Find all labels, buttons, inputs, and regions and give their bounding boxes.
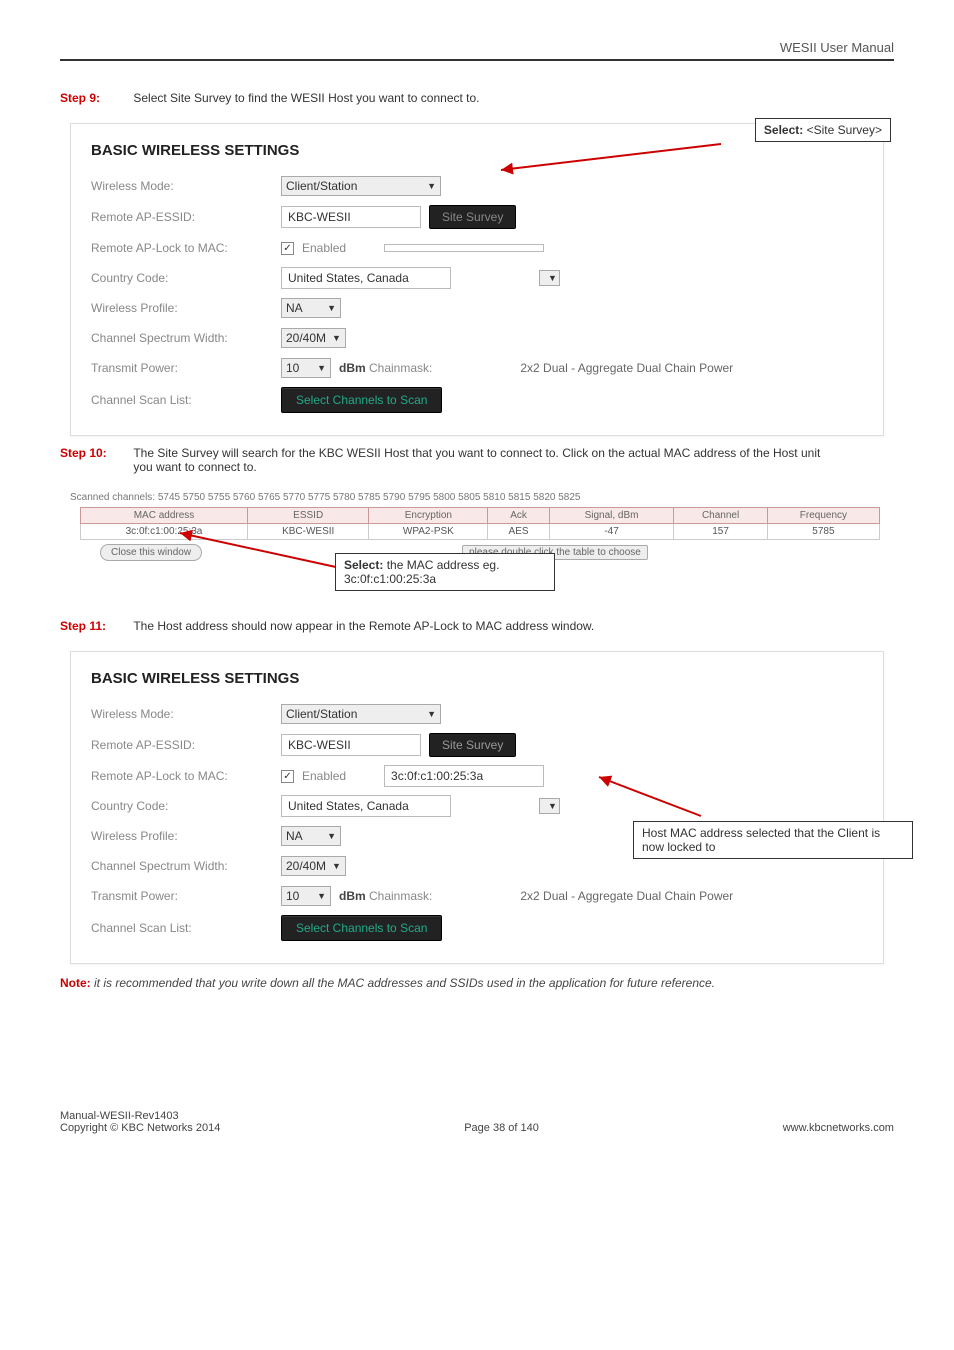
mac-callout-area: Select: the MAC address eg. 3c:0f:c1:00:… [80, 559, 880, 609]
wireless-mode-select[interactable]: Client/Station▼ [281, 704, 441, 724]
chain-info: 2x2 Dual - Aggregate Dual Chain Power [520, 361, 733, 375]
row-wireless-mode: Wireless Mode: Client/Station▼ [91, 699, 863, 729]
aplock-mac-input[interactable] [384, 244, 544, 252]
step-11: Step 11: The Host address should now app… [60, 619, 894, 633]
chevron-down-icon: ▼ [427, 709, 436, 719]
chevron-down-icon: ▼ [548, 801, 557, 811]
step-9-text: Select Site Survey to find the WESII Hos… [133, 91, 833, 105]
chevron-down-icon: ▼ [332, 333, 341, 343]
col-encrypt: Encryption [369, 508, 488, 524]
basic-wireless-panel-1: Select: <Site Survey> BASIC WIRELESS SET… [70, 123, 884, 436]
chevron-down-icon: ▼ [427, 181, 436, 191]
basic-wireless-panel-2: BASIC WIRELESS SETTINGS Wireless Mode: C… [70, 651, 884, 964]
row-profile: Wireless Profile: NA▼ [91, 293, 863, 323]
country-select-aux[interactable]: ▼ [539, 270, 560, 286]
page-header: WESII User Manual [60, 40, 894, 61]
profile-select[interactable]: NA▼ [281, 826, 341, 846]
step-10-label: Step 10: [60, 446, 130, 460]
chevron-down-icon: ▼ [327, 303, 336, 313]
host-mac-callout: Host MAC address selected that the Clien… [633, 821, 913, 859]
chevron-down-icon: ▼ [317, 891, 326, 901]
txpower-select[interactable]: 10▼ [281, 358, 331, 378]
row-remote-essid: Remote AP-ESSID: KBC-WESII Site Survey [91, 729, 863, 761]
footer-manual-rev: Manual-WESII-Rev1403 [60, 1110, 220, 1122]
panel-title: BASIC WIRELESS SETTINGS [91, 142, 863, 159]
txpower-select[interactable]: 10▼ [281, 886, 331, 906]
step-10-text: The Site Survey will search for the KBC … [133, 446, 833, 474]
footer-url: www.kbcnetworks.com [783, 1122, 894, 1134]
row-aplock: Remote AP-Lock to MAC: ✓ Enabled [91, 233, 863, 263]
row-country: Country Code: United States, Canada ▼ [91, 263, 863, 293]
row-country: Country Code: United States, Canada ▼ [91, 791, 863, 821]
site-survey-button[interactable]: Site Survey [429, 205, 516, 229]
note: Note: it is recommended that you write d… [60, 976, 894, 990]
row-remote-essid: Remote AP-ESSID: KBC-WESII Site Survey [91, 201, 863, 233]
chevron-down-icon: ▼ [332, 861, 341, 871]
page-footer: Manual-WESII-Rev1403 Copyright © KBC Net… [60, 1110, 894, 1134]
chevron-down-icon: ▼ [317, 363, 326, 373]
mac-callout: Select: the MAC address eg. 3c:0f:c1:00:… [335, 553, 555, 591]
site-survey-button[interactable]: Site Survey [429, 733, 516, 757]
col-freq: Frequency [767, 508, 879, 524]
manual-title: WESII User Manual [60, 40, 894, 55]
chevron-down-icon: ▼ [327, 831, 336, 841]
col-essid: ESSID [247, 508, 368, 524]
aplock-checkbox[interactable]: ✓ [281, 242, 294, 255]
panel-title: BASIC WIRELESS SETTINGS [91, 670, 863, 687]
step-9-label: Step 9: [60, 91, 130, 105]
chain-info: 2x2 Dual - Aggregate Dual Chain Power [520, 889, 733, 903]
row-wireless-mode: Wireless Mode: Client/Station▼ [91, 171, 863, 201]
step-10: Step 10: The Site Survey will search for… [60, 446, 894, 474]
row-spectrum: Channel Spectrum Width: 20/40M▼ [91, 323, 863, 353]
footer-copyright: Copyright © KBC Networks 2014 [60, 1122, 220, 1134]
step-11-text: The Host address should now appear in th… [133, 619, 833, 633]
profile-select[interactable]: NA▼ [281, 298, 341, 318]
step-9: Step 9: Select Site Survey to find the W… [60, 91, 894, 105]
scanned-channels: Scanned channels: 5745 5750 5755 5760 57… [70, 492, 884, 503]
wireless-mode-select[interactable]: Client/Station▼ [281, 176, 441, 196]
country-input[interactable]: United States, Canada [281, 795, 451, 817]
aplock-checkbox[interactable]: ✓ [281, 770, 294, 783]
country-select-aux[interactable]: ▼ [539, 798, 560, 814]
col-ack: Ack [488, 508, 549, 524]
remote-essid-input[interactable]: KBC-WESII [281, 206, 421, 228]
footer-page: Page 38 of 140 [464, 1122, 539, 1134]
country-input[interactable]: United States, Canada [281, 267, 451, 289]
col-signal: Signal, dBm [549, 508, 674, 524]
site-survey-callout: Select: <Site Survey> [755, 118, 891, 142]
row-aplock: Remote AP-Lock to MAC: ✓ Enabled 3c:0f:c… [91, 761, 863, 791]
row-txpower: Transmit Power: 10▼ dBm Chainmask: 2x2 D… [91, 353, 863, 383]
channels-scan-button[interactable]: Select Channels to Scan [281, 387, 442, 413]
row-spectrum: Channel Spectrum Width: 20/40M▼ [91, 851, 863, 881]
remote-essid-input[interactable]: KBC-WESII [281, 734, 421, 756]
row-profile: Wireless Profile: NA▼ Host MAC address s… [91, 821, 863, 851]
col-mac: MAC address [81, 508, 248, 524]
row-txpower: Transmit Power: 10▼ dBm Chainmask: 2x2 D… [91, 881, 863, 911]
spectrum-select[interactable]: 20/40M▼ [281, 328, 346, 348]
chevron-down-icon: ▼ [548, 273, 557, 283]
channels-scan-button[interactable]: Select Channels to Scan [281, 915, 442, 941]
scan-results-table: MAC address ESSID Encryption Ack Signal,… [80, 507, 880, 540]
table-row[interactable]: 3c:0f:c1:00:25:3a KBC-WESII WPA2-PSK AES… [81, 524, 880, 540]
step-11-label: Step 11: [60, 619, 130, 633]
spectrum-select[interactable]: 20/40M▼ [281, 856, 346, 876]
row-scanlist: Channel Scan List: Select Channels to Sc… [91, 383, 863, 417]
row-scanlist: Channel Scan List: Select Channels to Sc… [91, 911, 863, 945]
aplock-mac-input[interactable]: 3c:0f:c1:00:25:3a [384, 765, 544, 787]
col-channel: Channel [674, 508, 768, 524]
